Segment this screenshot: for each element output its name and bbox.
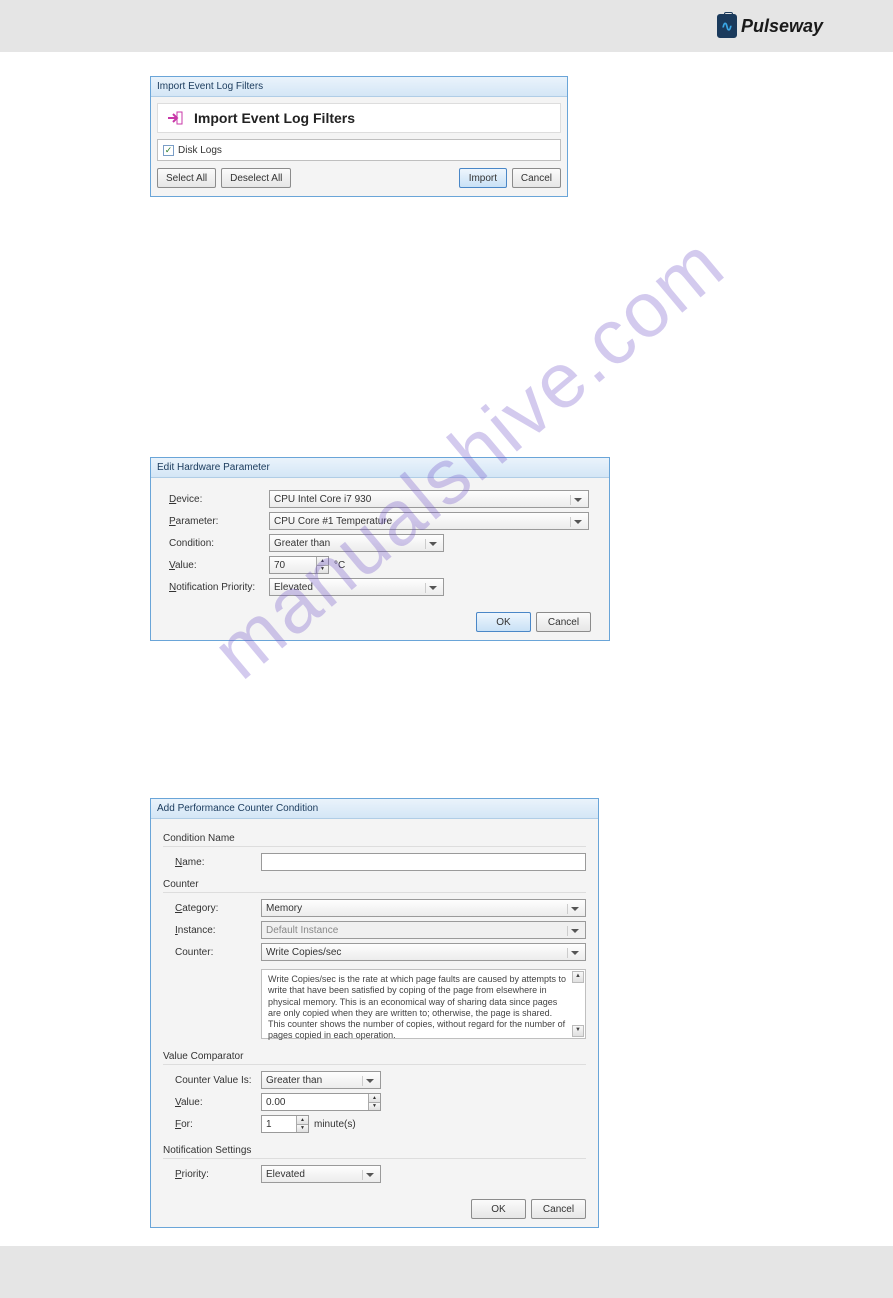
cancel-button[interactable]: Cancel	[536, 612, 591, 632]
for-label: For:	[175, 1119, 261, 1130]
cancel-button[interactable]: Cancel	[512, 168, 561, 188]
instance-value: Default Instance	[266, 925, 338, 936]
device-value: CPU Intel Core i7 930	[274, 494, 371, 505]
device-label: Device:	[169, 494, 269, 505]
value-spinner[interactable]: 0.00 ▲▼	[261, 1093, 381, 1111]
description-text: Write Copies/sec is the rate at which pa…	[268, 974, 566, 1040]
section-condition-name: Condition Name	[163, 833, 586, 847]
value-label: Value:	[169, 560, 269, 571]
condition-label: Condition:	[169, 538, 269, 549]
priority-value: Elevated	[266, 1169, 305, 1180]
category-value: Memory	[266, 903, 302, 914]
brand-logo: ∿ Pulseway	[717, 14, 823, 38]
counter-label: Counter:	[175, 947, 261, 958]
heading-text: Import Event Log Filters	[194, 110, 355, 126]
dialog-title: Add Performance Counter Condition	[151, 799, 598, 819]
device-dropdown[interactable]: CPU Intel Core i7 930	[269, 490, 589, 508]
chevron-down-icon	[425, 539, 440, 549]
import-event-log-filters-dialog: Import Event Log Filters Import Event Lo…	[150, 76, 568, 197]
counter-value: Write Copies/sec	[266, 947, 341, 958]
filter-item-label: Disk Logs	[178, 145, 222, 156]
spinner-buttons-icon[interactable]: ▲▼	[368, 1094, 380, 1110]
priority-label: Priority:	[175, 1169, 261, 1180]
deselect-all-button[interactable]: Deselect All	[221, 168, 291, 188]
spinner-buttons-icon[interactable]: ▲▼	[296, 1116, 308, 1132]
priority-dropdown[interactable]: Elevated	[261, 1165, 381, 1183]
condition-value: Greater than	[274, 538, 330, 549]
filter-list: Disk Logs	[157, 139, 561, 161]
category-label: Category:	[175, 903, 261, 914]
brand-name: Pulseway	[741, 16, 823, 37]
chevron-down-icon	[567, 904, 582, 914]
ok-button[interactable]: OK	[476, 612, 531, 632]
priority-label: Notification Priority:	[169, 582, 269, 593]
spinner-buttons-icon[interactable]: ▲▼	[316, 557, 328, 573]
chevron-down-icon	[570, 495, 585, 505]
for-number: 1	[266, 1119, 272, 1130]
header-bar: ∿ Pulseway	[0, 0, 893, 52]
chevron-down-icon	[567, 948, 582, 958]
value-unit: °C	[334, 560, 345, 571]
chevron-down-icon	[567, 926, 582, 936]
import-arrow-icon	[166, 109, 184, 127]
value-number: 70	[274, 560, 285, 571]
chevron-down-icon	[362, 1076, 377, 1086]
priority-value: Elevated	[274, 582, 313, 593]
chevron-down-icon	[425, 583, 440, 593]
cancel-button[interactable]: Cancel	[531, 1199, 586, 1219]
value-spinner[interactable]: 70 ▲▼	[269, 556, 329, 574]
dialog-title: Import Event Log Filters	[151, 77, 567, 97]
counter-dropdown[interactable]: Write Copies/sec	[261, 943, 586, 961]
value-number: 0.00	[266, 1097, 285, 1108]
select-all-button[interactable]: Select All	[157, 168, 216, 188]
counter-value-is-label: Counter Value Is:	[175, 1075, 261, 1086]
ok-button[interactable]: OK	[471, 1199, 526, 1219]
name-input[interactable]	[261, 853, 586, 871]
phone-pulse-icon: ∿	[717, 14, 737, 38]
priority-dropdown[interactable]: Elevated	[269, 578, 444, 596]
section-counter: Counter	[163, 879, 586, 893]
import-button[interactable]: Import	[459, 168, 507, 188]
chevron-down-icon	[570, 517, 585, 527]
comparator-value: Greater than	[266, 1075, 322, 1086]
section-notification-settings: Notification Settings	[163, 1145, 586, 1159]
section-value-comparator: Value Comparator	[163, 1051, 586, 1065]
for-spinner[interactable]: 1 ▲▼	[261, 1115, 309, 1133]
parameter-label: Parameter:	[169, 516, 269, 527]
dialog-title: Edit Hardware Parameter	[151, 458, 609, 478]
scroll-up-icon[interactable]: ▲	[572, 971, 584, 983]
chevron-down-icon	[362, 1170, 377, 1180]
edit-hardware-parameter-dialog: Edit Hardware Parameter Device: CPU Inte…	[150, 457, 610, 641]
category-dropdown[interactable]: Memory	[261, 899, 586, 917]
value-label: Value:	[175, 1097, 261, 1108]
disk-logs-checkbox[interactable]	[163, 145, 174, 156]
dialog-heading: Import Event Log Filters	[157, 103, 561, 133]
instance-dropdown: Default Instance	[261, 921, 586, 939]
instance-label: Instance:	[175, 925, 261, 936]
condition-dropdown[interactable]: Greater than	[269, 534, 444, 552]
name-label: Name:	[175, 857, 261, 868]
counter-description: Write Copies/sec is the rate at which pa…	[261, 969, 586, 1039]
comparator-dropdown[interactable]: Greater than	[261, 1071, 381, 1089]
parameter-value: CPU Core #1 Temperature	[274, 516, 392, 527]
footer-bar	[0, 1246, 893, 1298]
for-unit: minute(s)	[314, 1119, 356, 1130]
add-performance-counter-dialog: Add Performance Counter Condition Condit…	[150, 798, 599, 1228]
parameter-dropdown[interactable]: CPU Core #1 Temperature	[269, 512, 589, 530]
scroll-down-icon[interactable]: ▼	[572, 1025, 584, 1037]
